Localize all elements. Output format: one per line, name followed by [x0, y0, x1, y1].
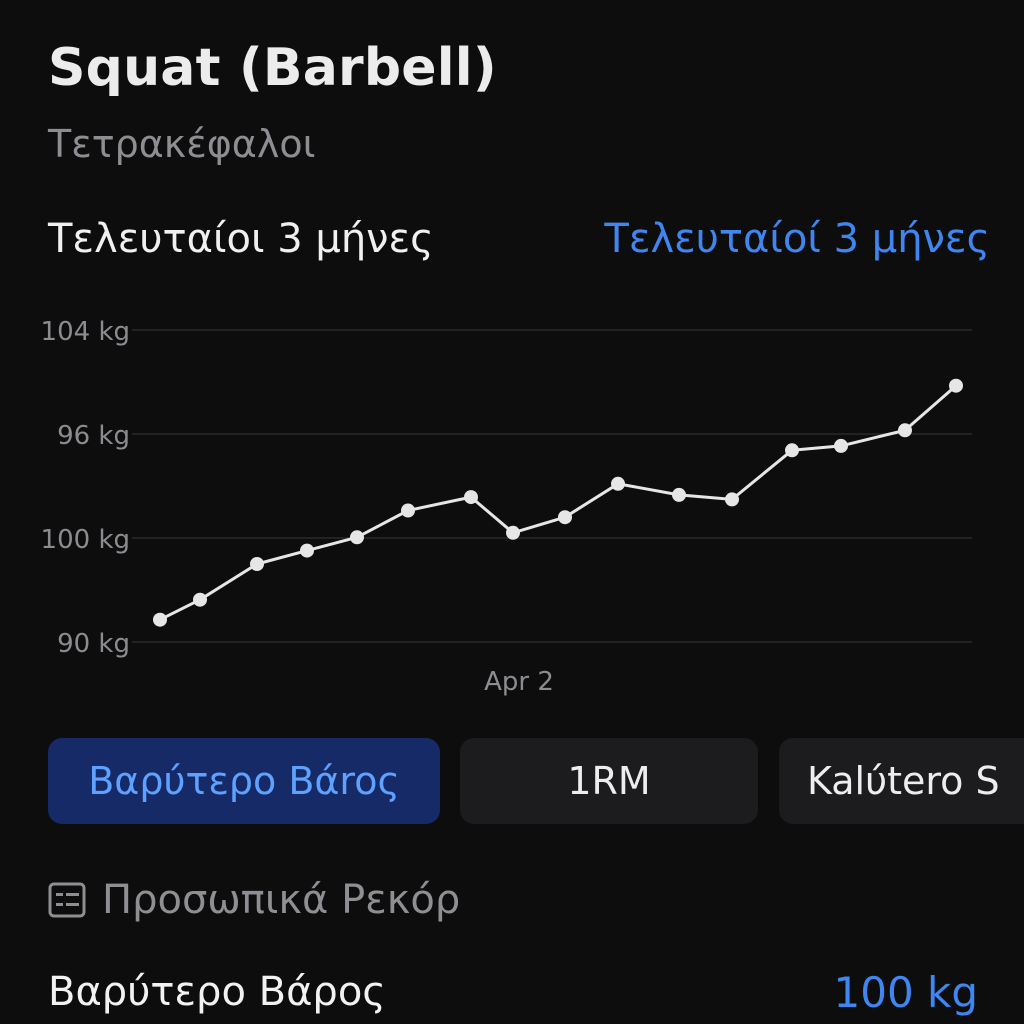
metric-tab-best-set[interactable]: Kalύtero S	[779, 738, 1024, 824]
data-point[interactable]	[506, 525, 520, 540]
data-point[interactable]	[300, 543, 314, 558]
metric-tab-1rm[interactable]: 1RM	[460, 738, 758, 824]
data-point[interactable]	[350, 530, 364, 545]
record-label: Βαρύτερο Βάρος	[48, 969, 386, 1015]
data-point[interactable]	[898, 423, 912, 438]
data-point[interactable]	[250, 557, 264, 571]
data-point[interactable]	[611, 476, 625, 491]
progress-chart: 104 kg 96 kg 100 kg 90 kg Apr 2	[41, 317, 972, 697]
data-point[interactable]	[785, 443, 799, 458]
personal-records-header: Προσωπικά Ρεκόρ	[48, 872, 460, 928]
x-tick-label: Apr 2	[484, 667, 554, 697]
data-point[interactable]	[949, 378, 963, 393]
range-selector-button[interactable]: Τελευταίοί 3 μήνες	[604, 216, 990, 262]
page-title: Squat (Barbell)	[48, 38, 497, 98]
personal-records-title: Προσωπικά Ρεκόρ	[102, 877, 461, 923]
metric-tabs: Βαρύτερο Βάroς 1RM Kalύtero S	[48, 738, 1024, 824]
metric-tab-heaviest-weight[interactable]: Βαρύτερο Βάroς	[48, 738, 440, 824]
data-point[interactable]	[725, 492, 739, 507]
range-label: Τελευταίοι 3 μήνες	[48, 216, 434, 262]
y-tick-label: 104 kg	[41, 317, 130, 347]
metric-tab-label: 1RM	[567, 759, 651, 803]
list-icon	[48, 882, 86, 918]
record-row-heaviest-weight[interactable]: Βαρύτερο Βάρος 100 kg	[48, 962, 978, 1022]
data-point[interactable]	[558, 510, 572, 525]
data-point[interactable]	[834, 438, 848, 453]
data-point[interactable]	[672, 487, 686, 502]
data-point[interactable]	[401, 503, 415, 518]
y-tick-label: 90 kg	[57, 629, 130, 659]
record-value: 100 kg	[833, 967, 979, 1017]
exercise-detail-screen: Squat (Barbell) Τετρακέφαλοι Τελευταίοι …	[0, 0, 1024, 1024]
data-point[interactable]	[193, 592, 207, 607]
metric-tab-label: Kalύtero S	[807, 759, 1000, 803]
muscle-group-subtitle: Τετρακέφαλοι	[48, 122, 316, 166]
data-point[interactable]	[153, 612, 167, 627]
metric-tab-label: Βαρύτερο Βάroς	[88, 759, 400, 803]
y-tick-label: 96 kg	[57, 421, 130, 451]
series-line	[159, 384, 957, 622]
data-point[interactable]	[464, 490, 478, 505]
y-tick-label: 100 kg	[41, 525, 130, 555]
